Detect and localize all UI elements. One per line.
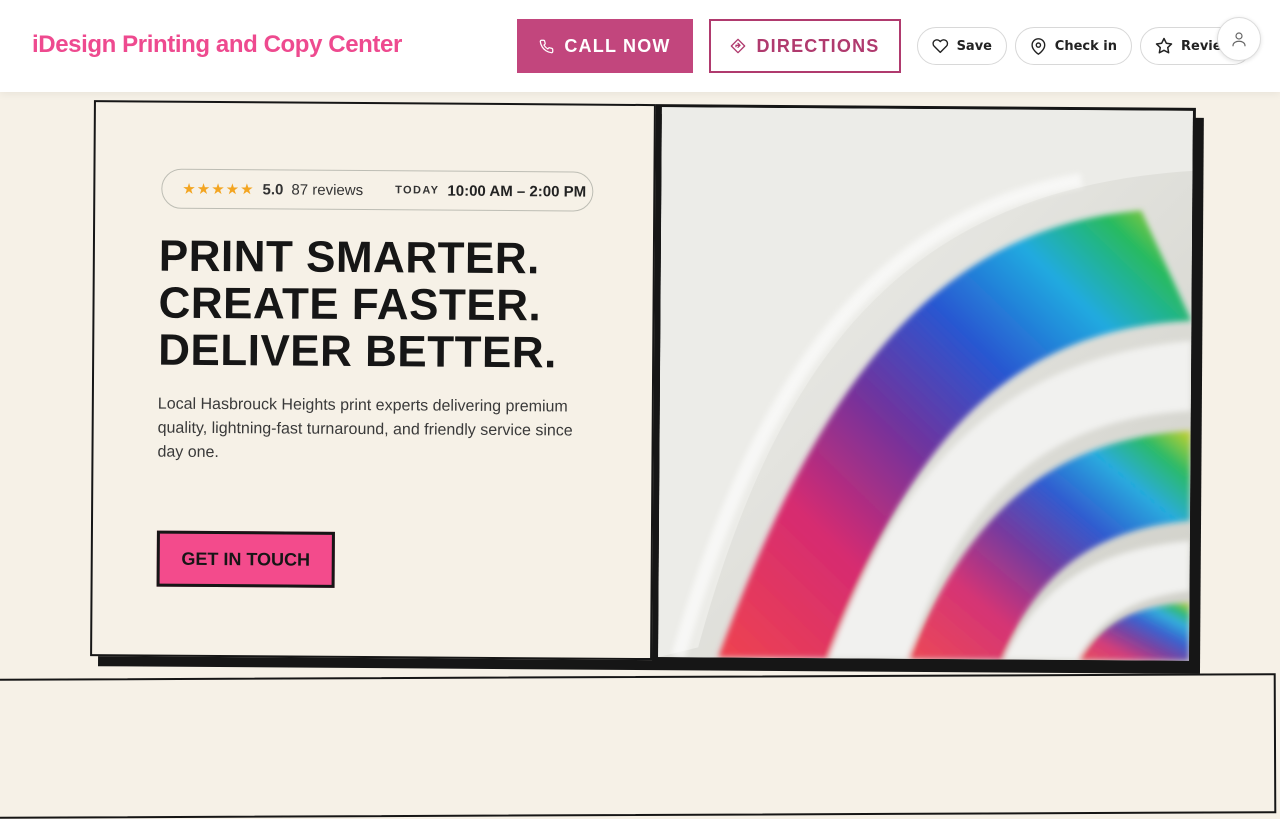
review-count[interactable]: 87 reviews	[291, 181, 363, 199]
user-icon	[1230, 30, 1248, 48]
brand-title[interactable]: iDesign Printing and Copy Center	[32, 31, 402, 59]
headline-line-3: DELIVER BETTER.	[158, 327, 628, 377]
save-label: Save	[957, 39, 992, 54]
directions-icon	[730, 38, 746, 54]
check-in-button[interactable]: Check in	[1015, 27, 1132, 65]
headline-line-2: CREATE FASTER.	[158, 280, 628, 330]
star-rating-icon: ★★★★★	[182, 180, 254, 199]
map-pin-icon	[1030, 38, 1047, 55]
hero-headline: PRINT SMARTER. CREATE FASTER. DELIVER BE…	[158, 233, 629, 377]
phone-icon	[539, 39, 554, 54]
directions-button[interactable]: DIRECTIONS	[709, 19, 901, 73]
heart-icon	[932, 37, 949, 55]
check-in-label: Check in	[1055, 39, 1117, 54]
next-section-panel	[0, 673, 1276, 819]
color-swatch-fan-image	[658, 107, 1193, 661]
rating-hours-pill: ★★★★★ 5.0 87 reviews TODAY 10:00 AM – 2:…	[161, 169, 593, 212]
save-button[interactable]: Save	[917, 27, 1007, 65]
headline-line-1: PRINT SMARTER.	[159, 233, 629, 283]
user-avatar-button[interactable]	[1217, 17, 1261, 61]
hours-value: 10:00 AM – 2:00 PM	[447, 182, 586, 200]
call-now-button[interactable]: CALL NOW	[517, 19, 693, 73]
hero-subcopy: Local Hasbrouck Heights print experts de…	[157, 393, 587, 468]
star-icon	[1155, 37, 1173, 55]
directions-label: DIRECTIONS	[756, 36, 879, 57]
site-header: iDesign Printing and Copy Center CALL NO…	[0, 0, 1280, 92]
hero-image	[652, 104, 1196, 664]
hero-card: ★★★★★ 5.0 87 reviews TODAY 10:00 AM – 2:…	[90, 100, 1196, 664]
get-in-touch-button[interactable]: GET IN TOUCH	[157, 531, 335, 588]
call-now-label: CALL NOW	[564, 36, 670, 57]
today-label: TODAY	[395, 184, 439, 196]
hero-text-panel: ★★★★★ 5.0 87 reviews TODAY 10:00 AM – 2:…	[90, 100, 656, 660]
rating-value: 5.0	[263, 181, 284, 198]
